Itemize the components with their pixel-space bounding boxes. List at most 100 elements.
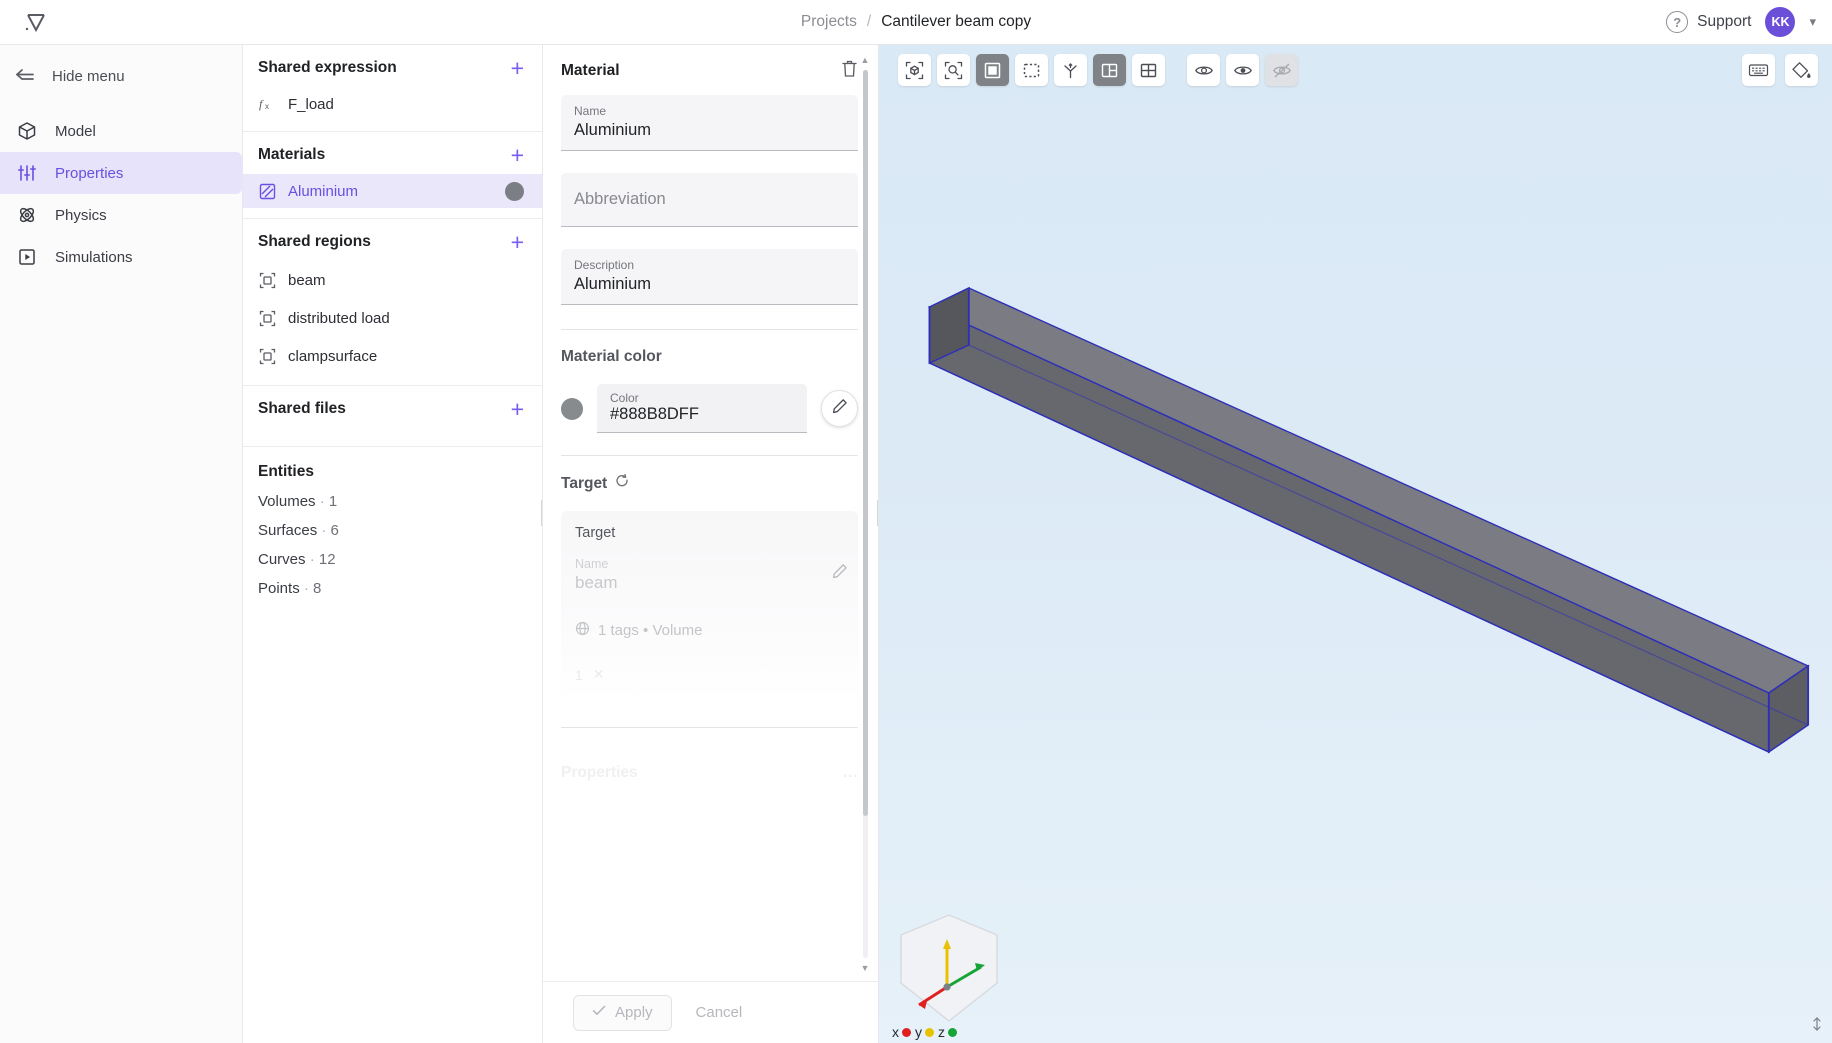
hide-menu-label: Hide menu <box>52 68 125 85</box>
axis-legend: x y z <box>889 1021 1019 1043</box>
divider <box>561 329 858 330</box>
list-item-aluminium[interactable]: Aluminium <box>243 174 542 208</box>
sidebar-item-label: Properties <box>55 164 124 182</box>
avatar[interactable]: KK <box>1765 7 1796 37</box>
divider <box>561 727 858 728</box>
sidebar-item-simulations[interactable]: Simulations <box>0 236 242 278</box>
entity-label: Curves <box>258 551 306 568</box>
properties-section-header[interactable]: Properties … <box>561 746 858 782</box>
panel-splitter-handle[interactable] <box>541 500 542 526</box>
cantilever-beam-model[interactable] <box>879 45 1832 1043</box>
section-shared-files: Shared files + <box>243 386 542 447</box>
section-shared-regions: Shared regions + beam distributed load c… <box>243 219 542 386</box>
svg-text:x: x <box>265 102 269 111</box>
list-item-label: clampsurface <box>288 347 378 365</box>
section-header: Materials + <box>243 132 542 174</box>
entity-label: Volumes <box>258 493 316 510</box>
axis-y-legend: y <box>915 1024 934 1040</box>
list-item-clampsurface[interactable]: clampsurface <box>243 337 542 375</box>
sliders-icon <box>16 162 38 184</box>
list-item-label: distributed load <box>288 309 390 327</box>
axis-x-label: x <box>892 1024 899 1040</box>
entities-title: Entities <box>258 463 314 480</box>
cancel-button[interactable]: Cancel <box>682 995 757 1031</box>
target-card[interactable]: Target Name beam 1 tags • Volume 1 ✕ <box>561 511 858 701</box>
top-bar: Projects / Cantilever beam copy ? Suppor… <box>0 0 1832 45</box>
scrollbar-track[interactable] <box>862 70 868 958</box>
target-count-row: 1 ✕ <box>575 666 844 683</box>
name-field[interactable]: Name Aluminium <box>561 95 858 151</box>
atom-icon <box>16 204 38 226</box>
breadcrumb-separator: / <box>866 13 872 30</box>
name-field-label: Name <box>574 104 607 118</box>
breadcrumb-projects-link[interactable]: Projects <box>801 13 857 31</box>
material-color-section-label: Material color <box>561 348 858 366</box>
color-preview-swatch[interactable] <box>561 397 583 420</box>
sidebar-item-physics[interactable]: Physics <box>0 194 242 236</box>
entity-count: 12 <box>318 551 336 568</box>
play-square-icon <box>16 246 38 268</box>
support-button[interactable]: ? Support <box>1666 11 1751 33</box>
caret-down-icon[interactable]: ▼ <box>861 963 870 973</box>
add-shared-expression-button[interactable]: + <box>511 57 524 80</box>
resize-handle-icon[interactable] <box>1810 1016 1824 1037</box>
properties-section-label: Properties <box>561 764 638 781</box>
section-header: Shared files + <box>243 386 542 428</box>
target-section-label: Target <box>561 473 858 493</box>
material-detail-panel: Material Name Aluminium Abbreviation Des… <box>543 45 880 1043</box>
hide-menu-button[interactable]: Hide menu <box>0 55 242 98</box>
name-field-value: Aluminium <box>574 121 652 139</box>
list-item-distributed-load[interactable]: distributed load <box>243 299 542 337</box>
top-bar-actions: ? Support KK ▾ <box>1666 7 1832 37</box>
detail-scrollbar[interactable]: ▲ ▼ <box>860 55 870 973</box>
section-title: Shared regions <box>258 233 371 250</box>
section-header: Shared expression + <box>243 45 542 87</box>
region-icon <box>258 309 277 328</box>
entity-separator: · <box>319 493 325 510</box>
apply-button[interactable]: Apply <box>573 994 672 1031</box>
section-title: Shared expression <box>258 59 397 76</box>
refresh-icon[interactable] <box>615 473 629 493</box>
axis-y-label: y <box>915 1024 922 1040</box>
add-shared-file-button[interactable]: + <box>511 398 524 421</box>
pencil-icon <box>832 398 848 419</box>
axis-orientation-gizmo[interactable] <box>889 909 1009 1029</box>
target-tags-text: 1 tags • Volume <box>598 622 703 639</box>
add-shared-region-button[interactable]: + <box>511 231 524 254</box>
axis-z-color-dot <box>948 1027 957 1037</box>
sidebar-item-label: Physics <box>55 206 107 224</box>
entity-count: 8 <box>313 580 322 597</box>
material-color-swatch[interactable] <box>505 181 524 201</box>
scrollbar-thumb[interactable] <box>862 70 868 816</box>
sidebar-item-model[interactable]: Model <box>0 110 242 152</box>
entity-row-surfaces: Surfaces · 6 <box>243 516 542 545</box>
chevron-down-icon[interactable]: ▾ <box>1809 14 1816 30</box>
section-entities: Entities Volumes · 1 Surfaces · 6 Curves… <box>243 447 542 613</box>
list-item-label: F_load <box>288 95 334 113</box>
vector-logo-icon <box>25 14 45 33</box>
caret-up-icon[interactable]: ▲ <box>861 55 870 65</box>
list-item-f-load[interactable]: f x F_load <box>243 87 542 121</box>
viewport-3d[interactable]: x y z <box>879 45 1832 1043</box>
left-nav: Hide menu Model Properties Physics Simul… <box>0 45 243 1043</box>
edit-target-button[interactable] <box>832 563 848 584</box>
add-material-button[interactable]: + <box>511 144 524 167</box>
entity-separator: · <box>309 551 315 568</box>
description-field[interactable]: Description Aluminium <box>561 249 858 305</box>
color-hex-field[interactable]: Color #888B8DFF <box>597 384 807 433</box>
abbreviation-field[interactable]: Abbreviation <box>561 173 858 227</box>
function-fx-icon: f x <box>258 95 277 114</box>
entity-row-points: Points · 8 <box>243 574 542 603</box>
detail-scroll-area: Name Aluminium Abbreviation Description … <box>543 95 878 981</box>
axis-z-label: z <box>938 1024 945 1040</box>
list-item-beam[interactable]: beam <box>243 261 542 299</box>
edit-color-button[interactable] <box>821 390 858 427</box>
color-field-value: #888B8DFF <box>610 405 699 423</box>
x-icon[interactable]: ✕ <box>593 666 605 683</box>
sidebar-item-properties[interactable]: Properties <box>0 152 242 194</box>
target-name-value: beam <box>575 573 618 592</box>
region-icon <box>258 271 277 290</box>
app-logo[interactable] <box>0 9 72 35</box>
app-root: Projects / Cantilever beam copy ? Suppor… <box>0 0 1832 1043</box>
trash-icon[interactable] <box>841 59 858 83</box>
